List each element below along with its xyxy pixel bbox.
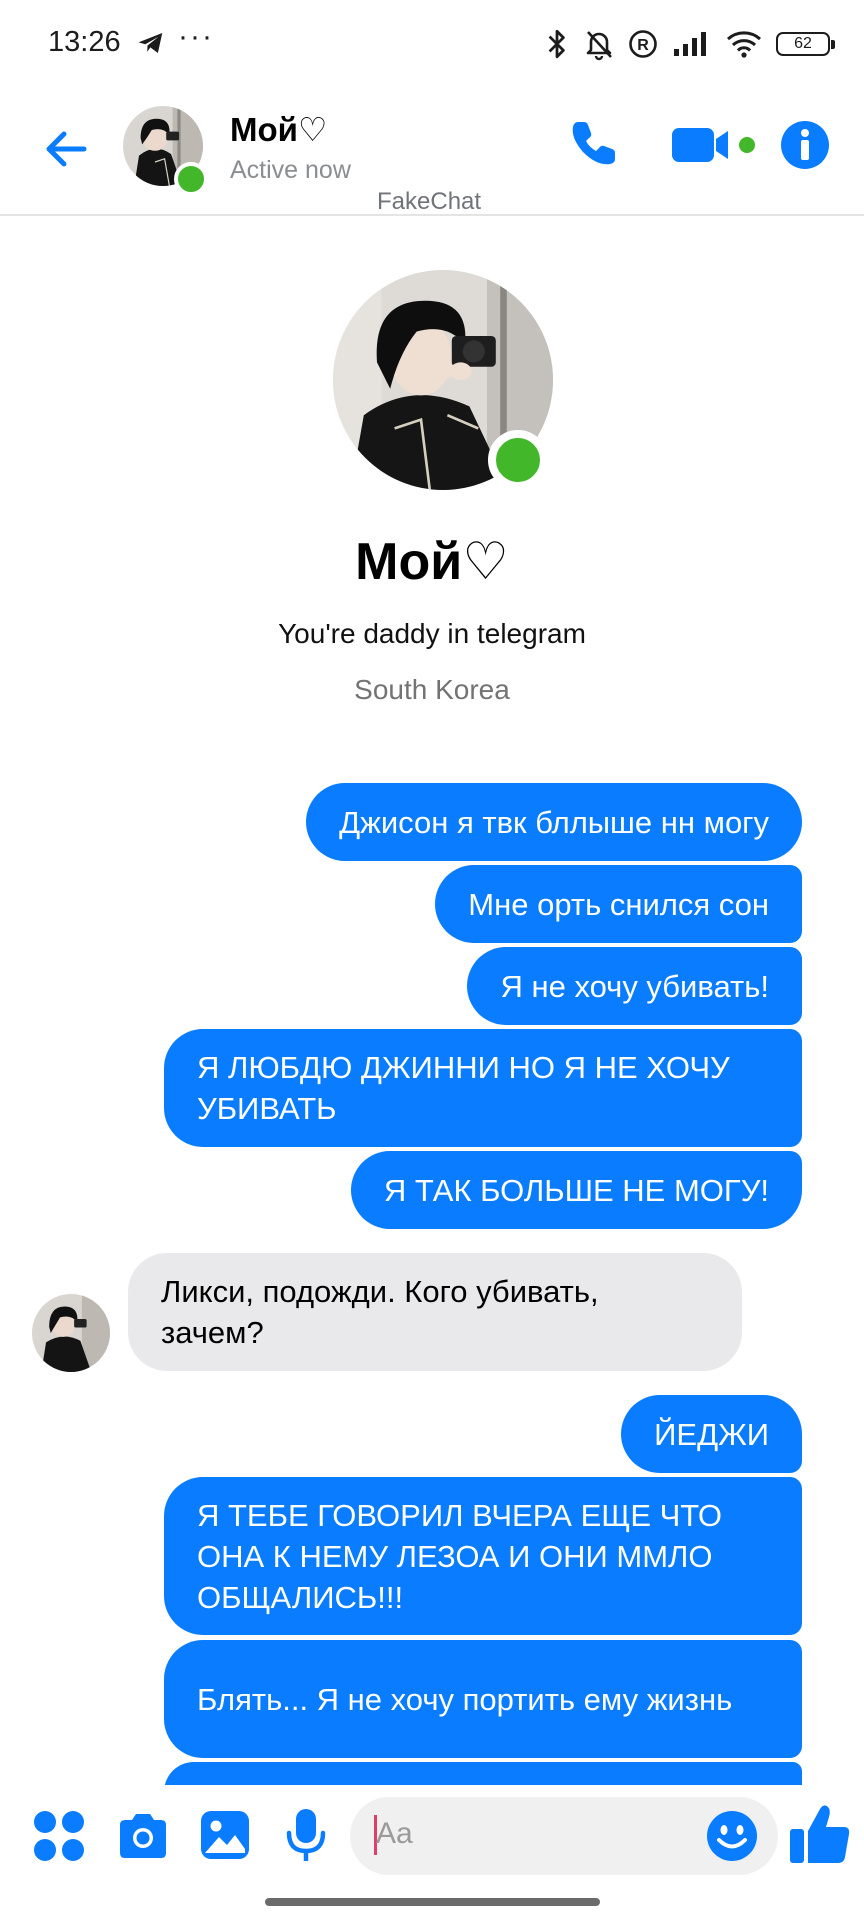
registered-icon: R — [629, 30, 657, 58]
status-time: 13:26 — [48, 26, 121, 58]
profile-online-indicator — [488, 430, 548, 490]
apps-grid-icon[interactable] — [32, 1809, 86, 1863]
message-bubble-sent[interactable]: Я не хочу убивать! — [467, 947, 802, 1025]
message-input-placeholder: Aa — [376, 1817, 413, 1850]
camera-icon[interactable] — [116, 1811, 170, 1861]
contact-name[interactable]: Мой♡ — [230, 110, 328, 149]
phone-icon[interactable] — [565, 116, 621, 172]
composer-bar: Aa — [0, 1785, 864, 1890]
message-text: Мне орть снился сон — [468, 886, 769, 922]
microphone-icon[interactable] — [284, 1807, 328, 1865]
message-text: Ликси, подожди. Кого убивать, зачем? — [161, 1274, 599, 1350]
message-text: Я ЛЮБДЮ ДЖИННИ НО Я НЕ ХОЧУ УБИВАТЬ — [197, 1050, 730, 1126]
home-indicator[interactable] — [265, 1898, 600, 1906]
battery-icon: 62 — [776, 32, 835, 56]
message-bubble-sent[interactable]: Я ЛЮБДЮ ДЖИННИ НО Я НЕ ХОЧУ УБИВАТЬ — [164, 1029, 802, 1147]
bell-off-icon — [586, 31, 612, 61]
app-watermark: FakeChat — [377, 188, 482, 215]
message-bubble-received[interactable]: Ликси, подожди. Кого убивать, зачем? — [128, 1253, 742, 1371]
wifi-icon — [727, 31, 761, 58]
battery-level: 62 — [794, 35, 812, 52]
video-icon[interactable] — [670, 122, 760, 168]
telegram-icon — [138, 33, 163, 53]
emoji-icon[interactable] — [705, 1809, 759, 1863]
image-icon[interactable] — [199, 1809, 251, 1861]
contact-status: Active now — [230, 156, 351, 184]
profile-bio: You're daddy in telegram — [278, 618, 586, 649]
message-input[interactable]: Aa — [350, 1797, 778, 1875]
message-bubble-sent[interactable]: Я ТАК БОЛЬШЕ НЕ МОГУ! — [350, 1151, 802, 1229]
message-text: Блять... Я не хочу портить ему жизнь — [197, 1681, 733, 1717]
info-icon[interactable] — [780, 120, 830, 170]
thumbs-up-icon[interactable] — [788, 1801, 852, 1867]
profile-location: South Korea — [354, 674, 510, 705]
message-bubble-sent[interactable]: Я ТЕБЕ ГОВОРИЛ ВЧЕРА ЕЩЕ ЧТО ОНА К НЕМУ … — [164, 1477, 802, 1635]
status-more: ··· — [178, 20, 214, 53]
message-bubble-sent[interactable]: Джисон я твк бллыше нн могу — [306, 783, 802, 861]
chat-header: Мой♡ Active now FakeChat — [0, 86, 864, 216]
back-arrow-icon[interactable] — [40, 122, 94, 176]
svg-text:R: R — [637, 37, 649, 54]
message-text: Джисон я твк бллыше нн могу — [339, 804, 769, 840]
status-icons: R 62 — [544, 24, 835, 64]
signal-icon — [674, 32, 706, 56]
message-text: Я ТЕБЕ ГОВОРИЛ ВЧЕРА ЕЩЕ ЧТО ОНА К НЕМУ … — [197, 1497, 722, 1615]
message-bubble-sent[interactable]: Мне орть снился сон — [435, 865, 802, 943]
message-bubble-sent[interactable]: ЙЕДЖИ — [621, 1395, 802, 1473]
message-text: ЙЕДЖИ — [654, 1416, 769, 1452]
online-indicator — [174, 162, 208, 196]
message-text: Я не хочу убивать! — [500, 968, 769, 1004]
profile-name: Мой♡ — [355, 533, 509, 591]
status-bar: 13:26 ··· R 62 — [0, 0, 864, 86]
bluetooth-icon — [548, 29, 565, 59]
message-text: Я ТАК БОЛЬШЕ НЕ МОГУ! — [383, 1172, 769, 1208]
message-bubble-sent[interactable]: Блять... Я не хочу портить ему жизнь — [164, 1640, 802, 1758]
message-avatar[interactable] — [32, 1294, 110, 1372]
